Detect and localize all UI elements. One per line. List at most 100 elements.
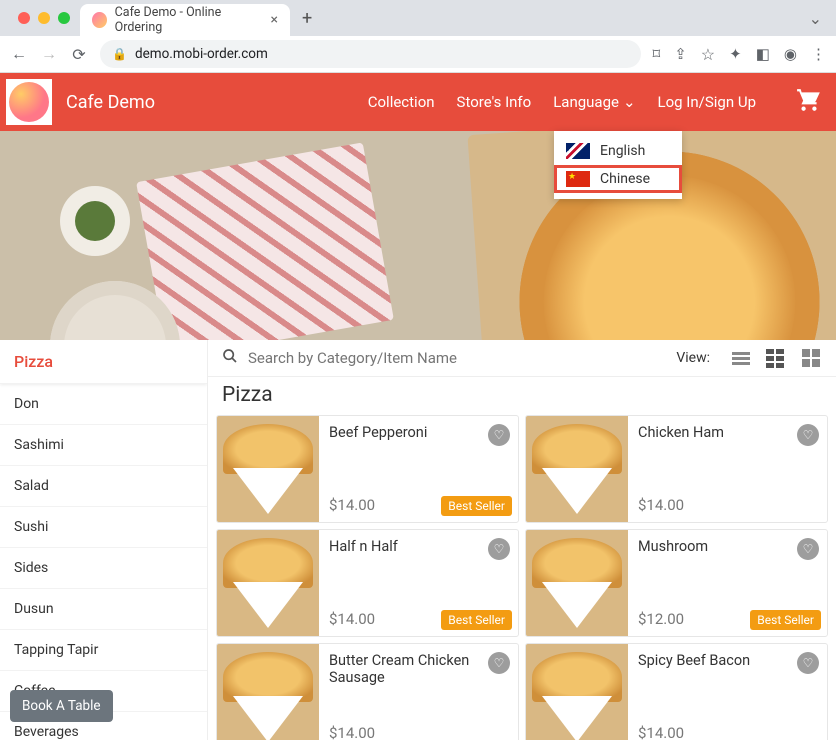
category-sidebar: Pizza Don Sashimi Salad Sushi Sides Dusu…	[0, 340, 208, 740]
category-item[interactable]: Dusun	[0, 589, 207, 630]
item-badge: Best Seller	[750, 610, 821, 630]
view-compact-icon[interactable]	[766, 349, 786, 368]
favicon-icon	[92, 12, 107, 28]
site-logo[interactable]	[4, 77, 54, 127]
reload-button[interactable]: ⟳	[70, 45, 88, 64]
flag-uk-icon	[566, 143, 590, 159]
maximize-window-icon[interactable]	[58, 12, 70, 24]
site-header: Cafe Demo Collection Store's Info Langua…	[0, 73, 836, 131]
favorite-button[interactable]: ♡	[797, 424, 819, 446]
brand-name[interactable]: Cafe Demo	[66, 92, 155, 113]
item-thumbnail	[217, 416, 319, 522]
lang-option-chinese[interactable]: Chinese	[554, 165, 682, 193]
item-name: Spicy Beef Bacon	[638, 652, 817, 669]
search-bar: View:	[208, 340, 836, 377]
menu-icon[interactable]: ⋮	[811, 45, 826, 63]
chevron-down-icon: ⌄	[623, 93, 636, 111]
item-badge: Best Seller	[441, 610, 512, 630]
view-grid-icon[interactable]	[802, 349, 822, 367]
tab-title: Cafe Demo - Online Ordering	[115, 5, 259, 35]
lang-option-english[interactable]: English	[554, 137, 682, 165]
item-name: Beef Pepperoni	[329, 424, 508, 441]
profile-icon[interactable]: ◉	[784, 45, 797, 63]
view-list-icon[interactable]	[732, 352, 750, 365]
cart-icon	[796, 99, 822, 117]
flag-cn-icon	[566, 171, 590, 187]
url-field[interactable]: 🔒 demo.mobi-order.com	[100, 40, 641, 68]
item-card[interactable]: Beef Pepperoni $14.00 ♡ Best Seller	[216, 415, 519, 523]
browser-chrome: Cafe Demo - Online Ordering × + ⌄ ← → ⟳ …	[0, 0, 836, 73]
address-bar: ← → ⟳ 🔒 demo.mobi-order.com ⌑ ⇪ ☆ ✦ ◧ ◉ …	[0, 36, 836, 72]
nav-language[interactable]: Language ⌄	[553, 93, 635, 111]
item-card[interactable]: Mushroom $12.00 ♡ Best Seller	[525, 529, 828, 637]
section-title: Pizza	[208, 377, 836, 415]
hero-banner	[0, 131, 836, 340]
search-input[interactable]	[248, 349, 666, 367]
items-grid: Beef Pepperoni $14.00 ♡ Best Seller Chic…	[208, 415, 836, 740]
key-icon[interactable]: ⌑	[653, 45, 661, 63]
favorite-button[interactable]: ♡	[488, 424, 510, 446]
category-item[interactable]: Tapping Tapir	[0, 630, 207, 671]
cart-button[interactable]	[796, 87, 822, 117]
item-price: $14.00	[329, 724, 508, 740]
lang-english-label: English	[600, 143, 645, 159]
share-icon[interactable]: ⇪	[674, 45, 687, 63]
item-name: Chicken Ham	[638, 424, 817, 441]
category-item[interactable]: Sushi	[0, 507, 207, 548]
item-name: Half n Half	[329, 538, 508, 555]
minimize-window-icon[interactable]	[38, 12, 50, 24]
book-table-button[interactable]: Book A Table	[10, 690, 113, 722]
item-badge: Best Seller	[441, 496, 512, 516]
close-tab-icon[interactable]: ×	[271, 12, 278, 28]
browser-tab[interactable]: Cafe Demo - Online Ordering ×	[80, 4, 290, 36]
view-label: View:	[676, 350, 710, 366]
nav-login[interactable]: Log In/Sign Up	[658, 93, 756, 111]
lock-icon: 🔒	[112, 47, 127, 61]
item-card[interactable]: Half n Half $14.00 ♡ Best Seller	[216, 529, 519, 637]
url-text: demo.mobi-order.com	[135, 46, 268, 62]
favorite-button[interactable]: ♡	[797, 652, 819, 674]
back-button[interactable]: ←	[10, 44, 28, 64]
window-controls	[8, 12, 80, 24]
nav-store-info[interactable]: Store's Info	[457, 93, 532, 111]
forward-button: →	[40, 44, 58, 64]
item-thumbnail	[526, 416, 628, 522]
hero-napkin	[136, 142, 394, 340]
nav-collection[interactable]: Collection	[368, 93, 435, 111]
bookmark-icon[interactable]: ☆	[701, 45, 715, 64]
tab-bar: Cafe Demo - Online Ordering × + ⌄	[0, 0, 836, 36]
nav-links: Collection Store's Info Language ⌄ Log I…	[368, 87, 822, 117]
hero-plant	[60, 186, 130, 256]
item-name: Mushroom	[638, 538, 817, 555]
favorite-button[interactable]: ♡	[488, 538, 510, 560]
favorite-button[interactable]: ♡	[797, 538, 819, 560]
category-item[interactable]: Don	[0, 384, 207, 425]
close-window-icon[interactable]	[18, 12, 30, 24]
category-item[interactable]: Salad	[0, 466, 207, 507]
main-panel: View: Pizza Beef Pepperoni $14.00 ♡ Best…	[208, 340, 836, 740]
item-price: $14.00	[638, 724, 817, 740]
logo-icon	[9, 82, 49, 122]
item-price: $14.00	[638, 496, 817, 514]
item-card[interactable]: Spicy Beef Bacon $14.00 ♡	[525, 643, 828, 740]
content-area: Pizza Don Sashimi Salad Sushi Sides Dusu…	[0, 340, 836, 740]
category-item[interactable]: Sashimi	[0, 425, 207, 466]
item-thumbnail	[526, 530, 628, 636]
item-thumbnail	[217, 644, 319, 740]
category-item[interactable]: Pizza	[0, 340, 207, 384]
search-icon	[222, 348, 238, 368]
nav-language-label: Language	[553, 93, 619, 111]
item-card[interactable]: Butter Cream Chicken Sausage $14.00 ♡	[216, 643, 519, 740]
item-thumbnail	[217, 530, 319, 636]
category-item[interactable]: Sides	[0, 548, 207, 589]
panel-icon[interactable]: ◧	[756, 45, 770, 63]
extensions-icon[interactable]: ✦	[729, 45, 742, 63]
language-dropdown: English Chinese	[554, 131, 682, 199]
item-thumbnail	[526, 644, 628, 740]
item-name: Butter Cream Chicken Sausage	[329, 652, 508, 687]
tabs-overflow-icon[interactable]: ⌄	[795, 9, 836, 28]
lang-chinese-label: Chinese	[600, 171, 650, 187]
new-tab-button[interactable]: +	[290, 8, 324, 29]
favorite-button[interactable]: ♡	[488, 652, 510, 674]
item-card[interactable]: Chicken Ham $14.00 ♡	[525, 415, 828, 523]
